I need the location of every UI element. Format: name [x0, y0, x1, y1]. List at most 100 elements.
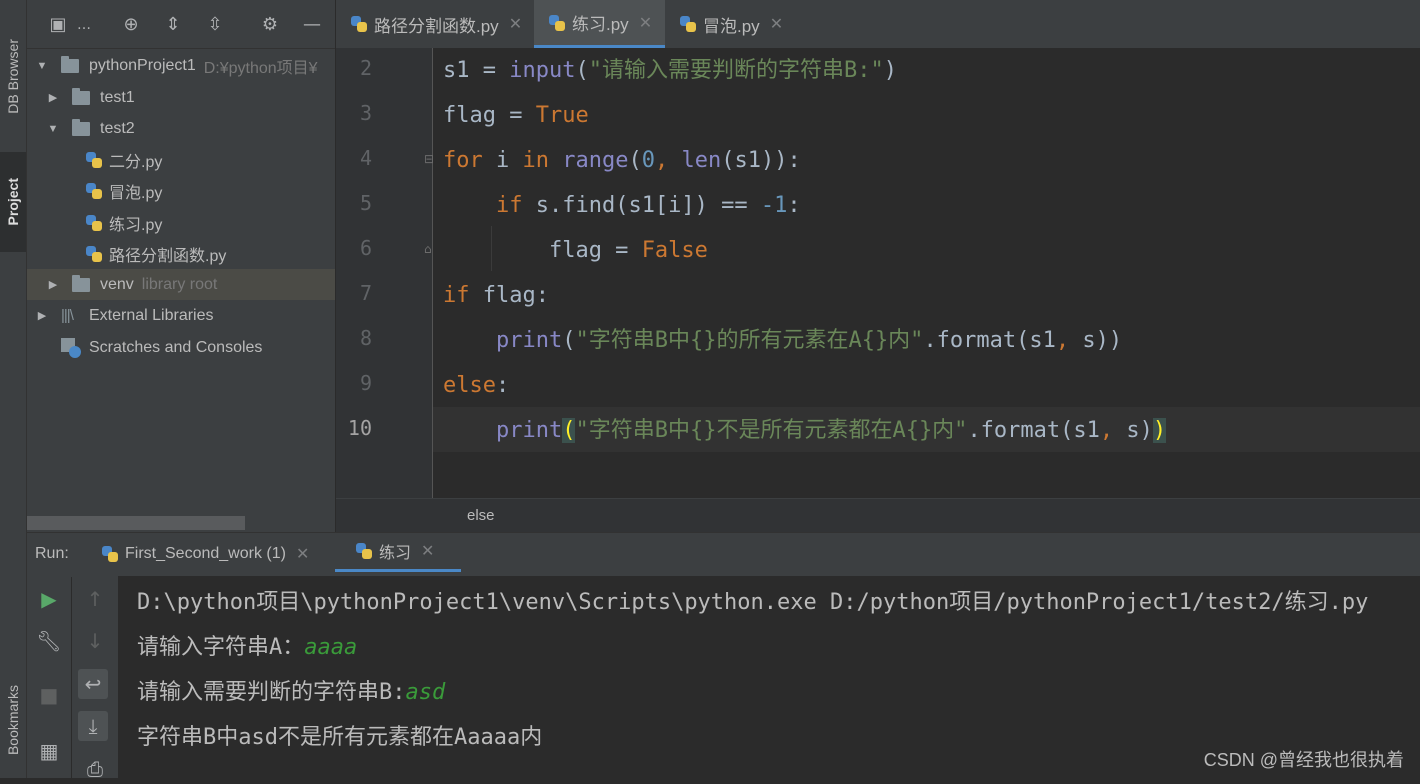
chevron-down-icon[interactable]: ▼: [46, 123, 60, 135]
stop-icon[interactable]: ■: [34, 680, 64, 710]
code-line-5: if s.find(s1[i]) == -1:: [495, 193, 801, 218]
tree-item-label: test1: [100, 88, 135, 106]
chevron-right-icon[interactable]: ▶: [46, 91, 60, 104]
tab-label: 冒泡.py: [703, 16, 760, 36]
close-icon[interactable]: ✕: [770, 14, 783, 34]
console-user-input: aaaa: [304, 635, 358, 660]
line-number: 6: [359, 236, 372, 260]
library-icon: |||\: [61, 307, 74, 324]
tree-item-test2[interactable]: ▼ test2: [27, 113, 335, 144]
console-user-input: asd: [405, 680, 446, 705]
project-tab-label: Project: [5, 178, 21, 226]
chevron-right-icon[interactable]: ▶: [46, 278, 60, 291]
run-tab-label: 练习: [379, 545, 412, 562]
tree-item-label: Scratches and Consoles: [89, 338, 263, 356]
tree-item-label: External Libraries: [89, 306, 214, 324]
code-line-8: print("字符串B中{}的所有元素在A{}内".format(s1, s)): [495, 328, 1123, 353]
console-line: D:\python项目\pythonProject1\venv\Scripts\…: [137, 590, 1369, 615]
chevron-right-icon[interactable]: ▶: [35, 309, 49, 322]
run-tab-练习[interactable]: 练习 ✕: [335, 533, 461, 572]
chevron-down-icon[interactable]: ▼: [35, 60, 49, 72]
layout-icon[interactable]: ▦: [34, 736, 64, 766]
folder-icon: [72, 87, 90, 105]
gear-icon[interactable]: ⚙: [259, 14, 281, 36]
soft-wrap-icon[interactable]: ↩: [78, 669, 108, 699]
line-number: 7: [359, 281, 372, 305]
collapse-all-icon[interactable]: ⇳: [204, 14, 226, 36]
bookmarks-tab[interactable]: Bookmarks: [0, 670, 26, 770]
editor-tab-bar: 路径分割函数.py ✕ 练习.py ✕ 冒泡.py ✕: [336, 0, 1420, 49]
line-number: 8: [359, 326, 372, 350]
horizontal-scrollbar[interactable]: [27, 516, 245, 530]
tab-冒泡[interactable]: 冒泡.py ✕: [665, 0, 809, 48]
tree-item-label: test2: [100, 119, 135, 137]
tree-item-label: 冒泡.py: [109, 184, 163, 202]
code-line-10: print("字符串B中{}不是所有元素都在A{}内".format(s1, s…: [495, 418, 1167, 443]
tab-练习[interactable]: 练习.py ✕: [534, 0, 665, 48]
arrow-down-icon[interactable]: ↓: [80, 626, 110, 656]
locate-file-icon[interactable]: ⊕: [120, 14, 142, 36]
line-number-gutter: 2 3 4 5 6 7 8 9 10 ⊟ ⌂: [336, 48, 434, 498]
view-dropdown-icon[interactable]: …: [73, 14, 95, 36]
tree-item-label: pythonProject1: [89, 56, 196, 74]
python-file-icon: [101, 545, 119, 563]
rerun-icon[interactable]: ▶: [34, 584, 64, 614]
code-line-9: else:: [443, 373, 510, 398]
project-view-icon[interactable]: ▣: [47, 14, 69, 36]
python-file-icon: [679, 15, 697, 33]
close-icon[interactable]: ✕: [509, 14, 522, 34]
tree-item-venv[interactable]: ▶ venv library root: [27, 269, 335, 300]
python-file-icon: [85, 245, 103, 263]
breadcrumb-item[interactable]: else: [467, 507, 495, 524]
run-tab-first-second-work[interactable]: First_Second_work (1) ✕: [101, 533, 309, 575]
tree-item-file[interactable]: 二分.py: [27, 144, 335, 175]
run-tool-window-header: Run: First_Second_work (1) ✕ 练习 ✕: [27, 532, 1420, 577]
console-line: 请输入字符串A：aaaa: [137, 635, 358, 660]
fold-end-marker-icon[interactable]: ⌂: [424, 242, 432, 256]
close-icon[interactable]: ✕: [421, 541, 434, 561]
tree-item-path-hint: D:¥python项目¥: [203, 59, 318, 77]
print-icon[interactable]: ⎙: [80, 754, 110, 784]
tree-item-hint: library root: [141, 275, 218, 293]
tree-item-scratches[interactable]: Scratches and Consoles: [27, 332, 335, 363]
close-icon[interactable]: ✕: [639, 13, 652, 33]
project-toolbar: ▣ … ⊕ ⇕ ⇳ ⚙ —: [27, 0, 335, 49]
code-line-3: flag = True: [443, 103, 589, 128]
folder-icon: [72, 274, 90, 292]
line-number: 5: [359, 191, 372, 215]
line-number: 3: [359, 101, 372, 125]
db-browser-tab[interactable]: DB Browser: [0, 16, 26, 136]
scroll-to-end-icon[interactable]: ⤓: [78, 711, 108, 741]
tree-item-file[interactable]: 路径分割函数.py: [27, 238, 335, 269]
console-line: 字符串B中asd不是所有元素都在Aaaaa内: [137, 725, 543, 750]
run-label: Run:: [35, 545, 69, 562]
run-tab-label: First_Second_work (1): [125, 545, 286, 562]
code-editor[interactable]: s1 = input("请输入需要判断的字符串B:") flag = True …: [433, 48, 1420, 498]
close-icon[interactable]: ✕: [296, 544, 309, 564]
tree-item-pythonproject1[interactable]: ▼ pythonProject1 D:¥python项目¥: [27, 50, 335, 81]
arrow-up-icon[interactable]: ↑: [80, 584, 110, 614]
wrench-icon[interactable]: 🔧︎: [34, 626, 64, 656]
tree-item-label: 路径分割函数.py: [109, 247, 227, 265]
db-browser-label: DB Browser: [5, 38, 21, 114]
python-file-icon: [355, 542, 373, 560]
project-tab[interactable]: Project: [0, 152, 26, 252]
line-number: 9: [359, 371, 372, 395]
python-file-icon: [85, 214, 103, 232]
watermark: CSDN @曾经我也很执着: [1203, 750, 1404, 770]
expand-all-icon[interactable]: ⇕: [162, 14, 184, 36]
tab-路径分割函数[interactable]: 路径分割函数.py ✕: [336, 0, 534, 48]
breadcrumb[interactable]: else: [336, 498, 1420, 533]
left-tool-strip: DB Browser Project Bookmarks: [0, 0, 27, 778]
tree-item-test1[interactable]: ▶ test1: [27, 82, 335, 113]
code-line-6: flag = False: [443, 238, 708, 263]
tree-item-file[interactable]: 冒泡.py: [27, 175, 335, 206]
tree-item-file[interactable]: 练习.py: [27, 207, 335, 238]
line-number: 4: [359, 146, 372, 170]
code-line-7: if flag:: [443, 283, 549, 308]
tree-item-label: 二分.py: [109, 153, 163, 171]
line-number: 2: [359, 56, 372, 80]
python-file-icon: [85, 151, 103, 169]
tree-item-external-libraries[interactable]: ▶ |||\ External Libraries: [27, 300, 335, 331]
hide-panel-icon[interactable]: —: [301, 14, 323, 36]
